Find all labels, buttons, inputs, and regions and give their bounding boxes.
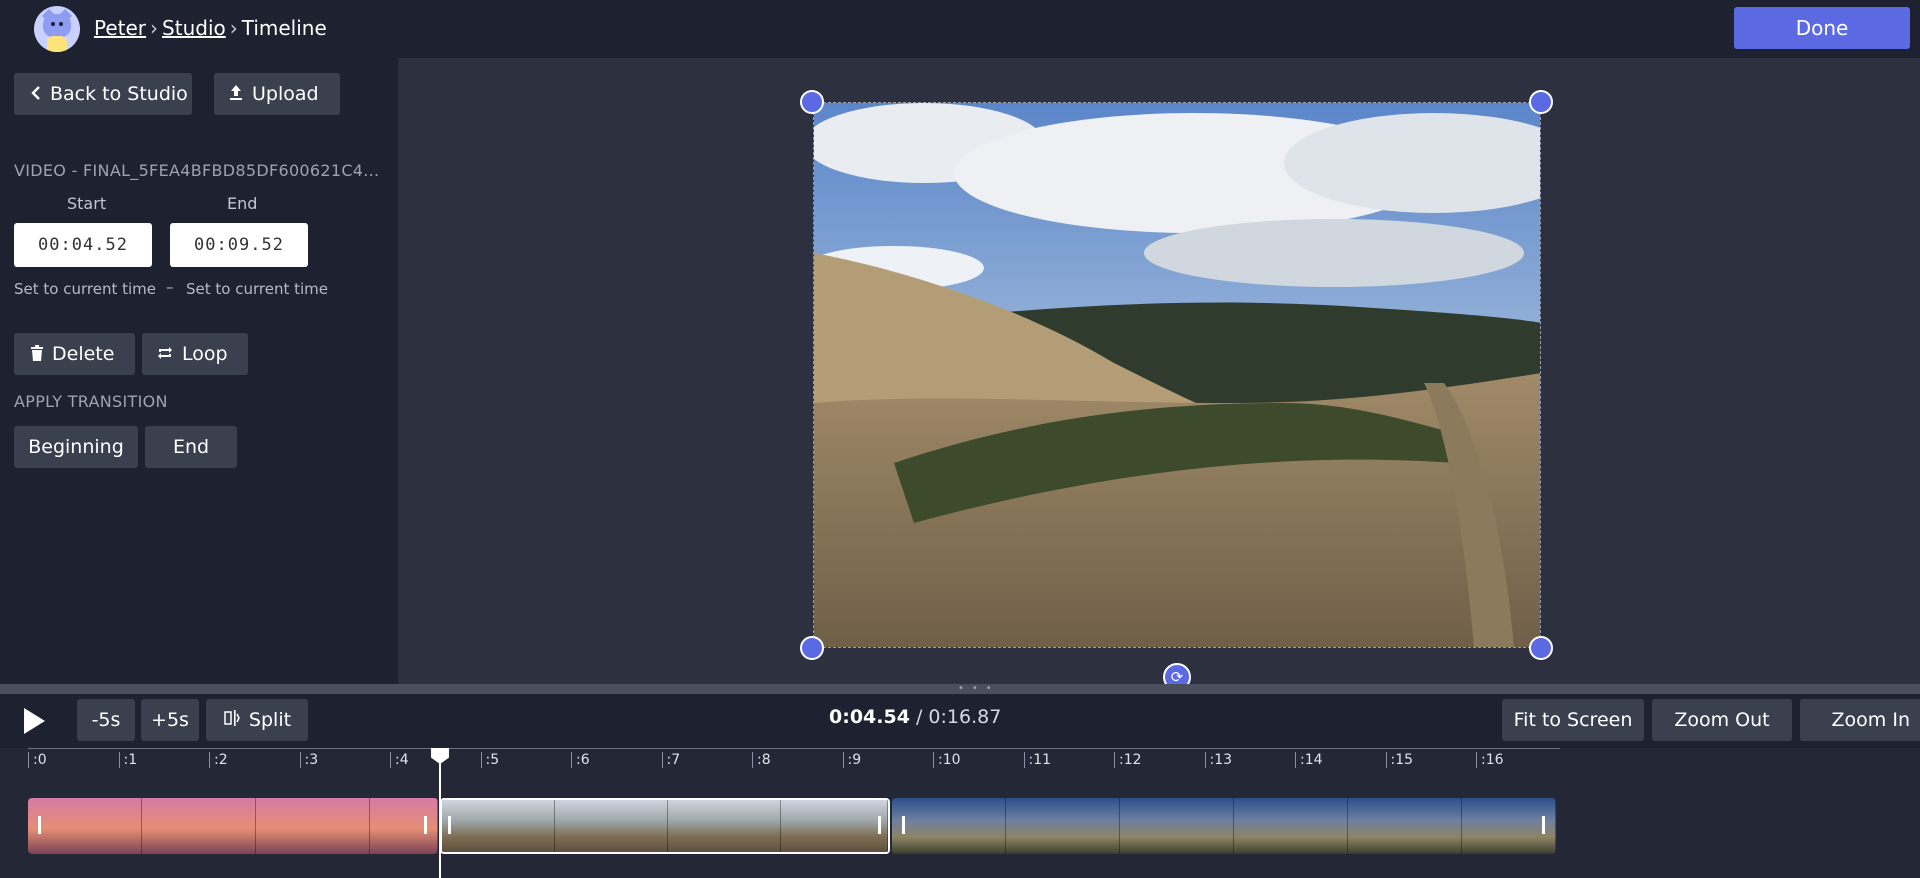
ruler-tick: :7 [661,752,680,768]
crop-handle-bottom-right[interactable] [1529,636,1553,660]
time-separator: / [909,706,929,728]
ruler-tick: :5 [480,752,499,768]
trash-icon [30,334,44,376]
upload-button[interactable]: Upload [214,73,340,115]
ruler-tick: :9 [842,752,861,768]
clip-track [0,778,1920,878]
start-label: Start [67,194,107,213]
start-time-input[interactable]: 00:04.52 [14,223,152,267]
zoom-in-button[interactable]: Zoom In [1800,699,1920,741]
ruler-tick: :14 [1295,752,1323,768]
loop-button[interactable]: Loop [142,333,248,375]
breadcrumb: Peter › Studio › Timeline [94,14,327,42]
set-start-current-time-link[interactable]: Set to current time [14,280,156,298]
current-time: 0:04.54 [829,706,910,728]
clip-trim-handle-right[interactable] [424,816,427,834]
split-button[interactable]: Split [206,699,308,741]
playback-time: 0:04.54 / 0:16.87 [829,706,1001,728]
plus-5s-button[interactable]: +5s [141,699,199,741]
video-preview[interactable] [813,102,1541,648]
minus-5s-button[interactable]: -5s [77,699,135,741]
clip-trim-handle-left[interactable] [38,816,41,834]
video-frame-image [814,103,1540,647]
play-icon[interactable] [24,708,45,734]
loop-icon [156,334,174,376]
transition-end-button[interactable]: End [145,426,237,468]
ruler-tick: :8 [752,752,771,768]
timeline-clip-hillside[interactable] [892,798,1556,854]
ruler-tick: :6 [571,752,590,768]
clip-trim-handle-right[interactable] [1542,816,1545,834]
done-button[interactable]: Done [1734,7,1910,49]
clip-settings-panel: Back to Studio Upload VIDEO - FINAL_5FEA… [0,58,398,684]
ruler-tick: :11 [1023,752,1051,768]
time-ruler[interactable]: :0 :1 :2 :3 :4 :5 :6 :7 :8 :9 :10 :11 :12 :13 :14 :15 :1… [0,748,1920,778]
upload-icon [228,74,244,116]
crop-handle-top-left[interactable] [800,90,824,114]
breadcrumb-studio[interactable]: Studio [162,16,226,40]
ruler-tick: :15 [1385,752,1413,768]
crop-handle-top-right[interactable] [1529,90,1553,114]
split-icon [223,700,241,742]
ruler-tick: :13 [1204,752,1232,768]
clip-trim-handle-left[interactable] [448,816,451,834]
ruler-tick: :12 [1114,752,1142,768]
ruler-tick: :10 [933,752,961,768]
apply-transition-heading: APPLY TRANSITION [14,392,168,411]
clip-trim-handle-left[interactable] [902,816,905,834]
fit-to-screen-button[interactable]: Fit to Screen [1502,699,1644,741]
delete-button[interactable]: Delete [14,333,135,375]
ruler-tick: :3 [299,752,318,768]
timeline-clip-selected[interactable] [440,798,890,854]
ruler-tick: :16 [1476,752,1504,768]
breadcrumb-peter[interactable]: Peter [94,16,146,40]
transition-beginning-button[interactable]: Beginning [14,426,138,468]
crop-handle-bottom-left[interactable] [800,636,824,660]
end-label: End [227,194,258,213]
ruler-tick: :1 [118,752,137,768]
timeline-clip-sunset[interactable] [28,798,438,854]
playhead[interactable] [439,760,441,878]
end-time-input[interactable]: 00:09.52 [170,223,308,267]
top-bar: Peter › Studio › Timeline Done [0,0,1920,58]
ruler-tick: :4 [390,752,409,768]
range-dash: – [166,278,174,296]
back-to-studio-button[interactable]: Back to Studio [14,73,192,115]
panel-resize-handle[interactable]: ••• [0,684,1920,694]
avatar[interactable] [34,6,80,52]
breadcrumb-separator: › [150,16,159,40]
ruler-tick: :2 [209,752,228,768]
breadcrumb-timeline: Timeline [241,16,327,40]
upload-label: Upload [252,83,319,105]
loop-label: Loop [182,343,228,365]
total-time: 0:16.87 [928,706,1002,728]
playback-controls: -5s +5s Split 0:04.54 / 0:16.87 Fit to S… [0,694,1920,748]
breadcrumb-separator: › [229,16,238,40]
back-to-studio-label: Back to Studio [50,83,188,105]
split-label: Split [248,709,292,731]
set-end-current-time-link[interactable]: Set to current time [186,280,328,298]
clip-name: VIDEO - FINAL_5FEA4BFBD85DF600621C4... [14,161,380,180]
ruler-tick: :0 [28,752,47,768]
delete-label: Delete [52,343,115,365]
zoom-out-button[interactable]: Zoom Out [1652,699,1792,741]
chevron-left-icon [30,74,42,116]
clip-trim-handle-right[interactable] [878,816,881,834]
